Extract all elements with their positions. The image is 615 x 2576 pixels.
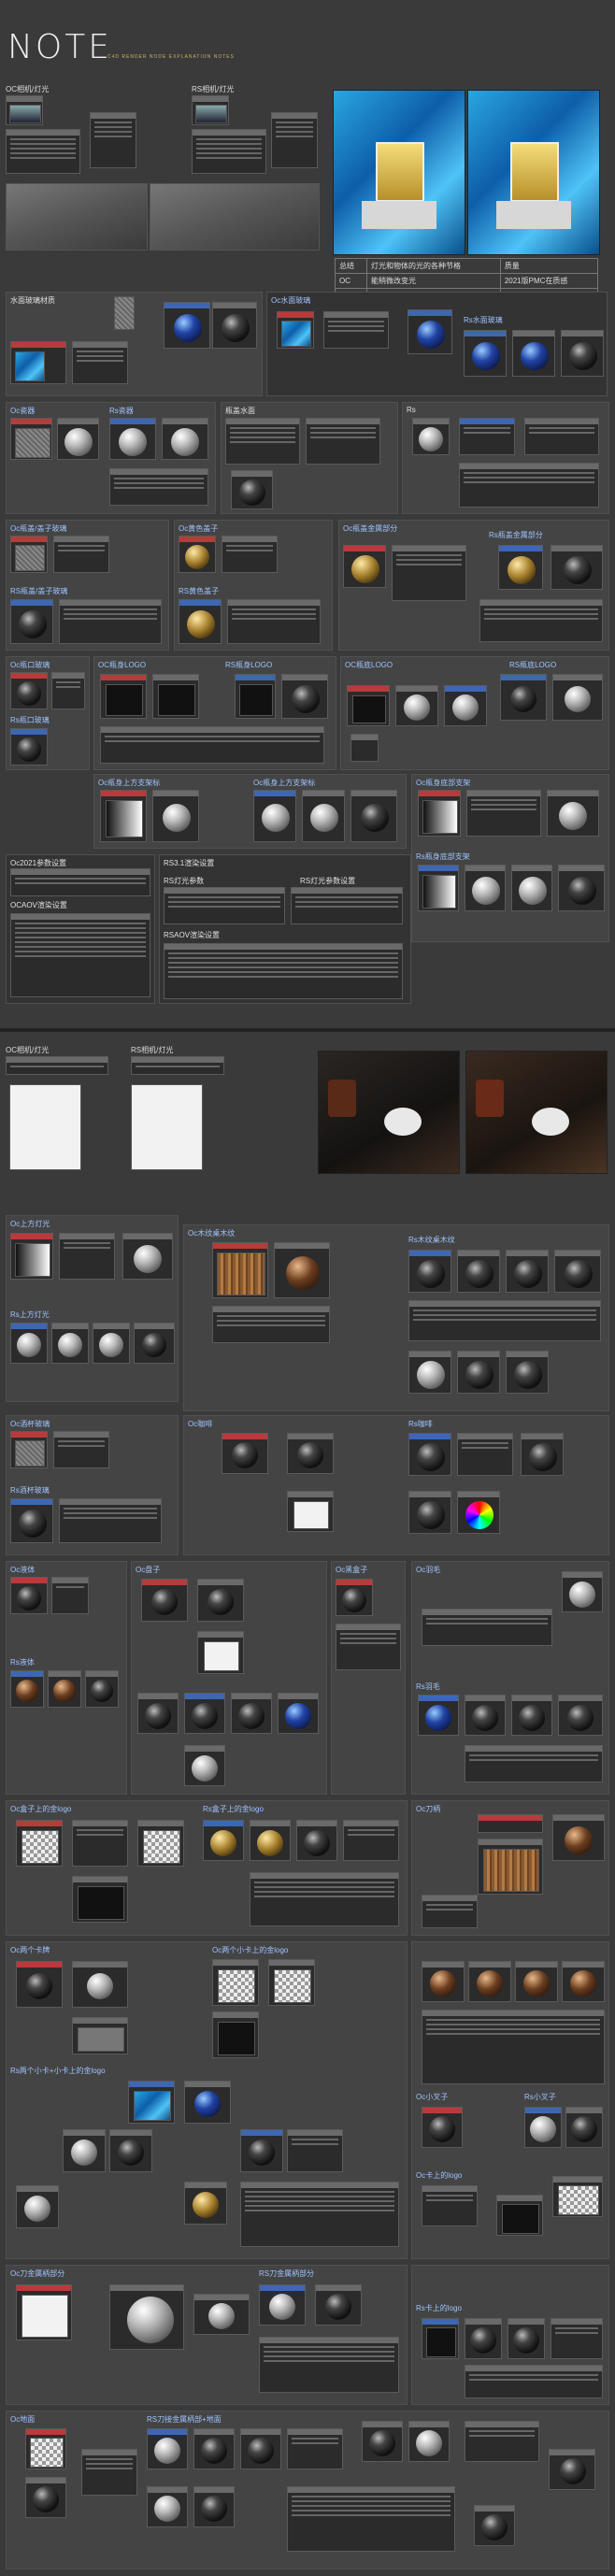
panel-bottle: Oc瓶盖/盖子玻璃 RS瓶盖/盖子玻璃 (6, 520, 169, 651)
panel-box: Oc黑盒子 (331, 1561, 406, 1795)
oc-light-settings[interactable] (6, 129, 80, 174)
oc-light-preview (6, 183, 148, 250)
panel-top-light: Oc上方灯光 Rs上方灯光 (6, 1215, 179, 1402)
rs-light2-preview (131, 1084, 203, 1170)
panel-cup-glass: Oc酒杯玻璃 Rs酒杯玻璃 (6, 1415, 179, 1555)
panel-floor: Oc地面 RS刀接金属柄部+地面 (6, 2411, 609, 2569)
panel-knife: Oc刀柄 (411, 1800, 609, 1936)
panel-box-logo: Oc盒子上的金logo Rs盒子上的金logo (6, 1800, 408, 1936)
oc-light2-label: OC相机/灯光 (6, 1046, 50, 1054)
panel-logo: OC瓶身LOGO RS瓶身LOGO (93, 656, 336, 770)
panel-logo2: OC瓶底LOGO RS瓶底LOGO (340, 656, 609, 770)
rs-light-label: RS相机/灯光 (192, 85, 235, 93)
panel-oc-marble: Oc瓷器 Rs瓷器 (6, 402, 216, 514)
panel-card2: Rs卡上的logo (411, 2265, 609, 2405)
page-title: NOTE (7, 28, 113, 66)
rs-light2-node[interactable] (131, 1056, 224, 1075)
panel-card: Oc两个卡牌 Oc两个小卡上的金logo Rs两个小卡+小卡上的金logo (6, 1941, 408, 2259)
panel-cup: Oc咖啡 Rs咖啡 (183, 1415, 609, 1555)
light-node[interactable] (6, 95, 43, 125)
oc-light-label: OC相机/灯光 (6, 85, 50, 93)
panel-fork: Oc小叉子 Rs小叉子 Oc卡上的logo (411, 1941, 609, 2259)
oc-render2-photo (318, 1051, 460, 1174)
panel-rs-settings: RS3.1渲染设置 RS灯光参数 RS灯光参数设置 RSAOV渲染设置 (159, 854, 411, 1004)
rs-render-photo (467, 90, 600, 255)
panel-plate: Oc盘子 (131, 1561, 327, 1795)
rs-light-settings[interactable] (192, 129, 266, 174)
panel-wood: Oc木纹桌木纹 Rs木纹桌木纹 (183, 1224, 609, 1411)
panel-gold: Oc黄色盖子 RS黄色盖子 (174, 520, 333, 651)
panel-knife-metal: Oc刀金属柄部分 RS刀金属柄部分 (6, 2265, 408, 2405)
panel-label-top: Oc瓶身上方支架标 Oc瓶身上方支架标 (93, 774, 407, 849)
panel-water: 水面玻璃材质 (6, 292, 263, 396)
rs-render2-photo (465, 1051, 608, 1174)
oc-render-photo (333, 90, 465, 255)
panel-feather: Oc羽毛 Rs羽毛 (411, 1561, 609, 1795)
panel-oc-rs-water: Oc水面玻璃 Rs水面玻璃 (266, 292, 608, 396)
rs-light-object[interactable] (271, 112, 318, 168)
page-subtitle: C4D RENDER NODE EXPLANATION NOTES (107, 54, 235, 60)
panel-oc-settings: Oc2021参数设置 OCAOV渲染设置 (6, 854, 155, 1004)
rs-light2-label: RS相机/灯光 (131, 1046, 174, 1054)
panel-glass: Oc瓶口玻璃 Rs瓶口玻璃 (6, 656, 90, 770)
rs-light-preview (150, 183, 320, 250)
panel-water-bottle: 瓶盖水面 (221, 402, 398, 514)
section-divider (0, 1028, 615, 1032)
rs-light-node[interactable] (192, 95, 229, 125)
oc-light-object[interactable] (90, 112, 136, 168)
panel-black-metal: Oc瓶盖金属部分 Rs瓶盖金属部分 (338, 520, 609, 651)
oc-light2-preview (9, 1084, 81, 1170)
oc-light2-node[interactable] (6, 1056, 108, 1075)
panel-liquid: Oc液体 Rs液体 (6, 1561, 127, 1795)
panel-rs-label: Rs (402, 402, 609, 514)
panel-stand: Oc瓶身底部支架 Rs瓶身底部支架 (411, 774, 609, 942)
